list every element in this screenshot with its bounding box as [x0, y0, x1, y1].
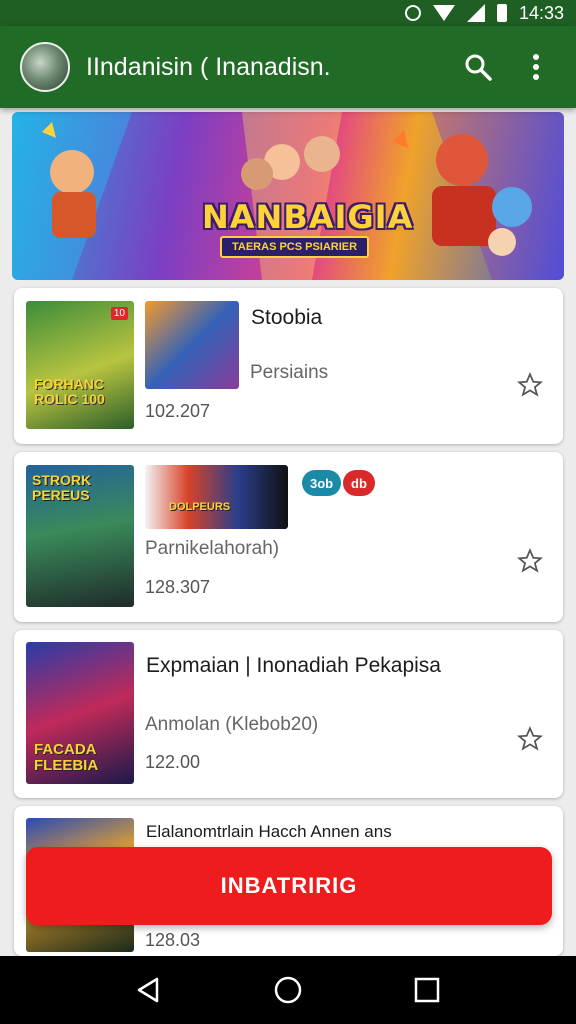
avatar[interactable]	[20, 42, 70, 92]
signal-icon	[466, 4, 485, 22]
card-count: 122.00	[145, 752, 201, 772]
card-title: Expmaian | Inonadiah Pekapisa	[146, 654, 441, 677]
more-vert-icon	[533, 54, 539, 80]
recents-button[interactable]	[407, 970, 447, 1010]
game-card[interactable]: FORHANC ROLIC 100 10 Stoobia Persiains 1…	[14, 288, 563, 444]
back-icon	[138, 977, 159, 1003]
system-nav-bar	[0, 956, 576, 1024]
install-button[interactable]: INBATRIRIG	[26, 847, 552, 925]
cover-badge: 10	[110, 307, 128, 320]
battery-icon	[496, 4, 507, 22]
card-subtitle: Anmolan (Klebob20)	[145, 714, 319, 735]
wifi-icon	[432, 5, 455, 21]
cover-text: FACADA FLEEBIA	[34, 741, 99, 774]
search-icon	[465, 54, 492, 81]
status-bar: 14:33	[0, 0, 576, 26]
tag-badge: db	[343, 470, 375, 496]
star-icon[interactable]	[517, 372, 543, 398]
card-count: 128.307	[145, 577, 211, 597]
overflow-menu-button[interactable]	[516, 47, 556, 87]
banner-logo: NANBAIGIA	[202, 198, 414, 236]
cover-text: STRORK PEREUS	[32, 472, 92, 503]
card-subtitle: Parnikelahorah)	[145, 538, 280, 559]
game-card[interactable]: STRORK PEREUS DOLPEURS 3ob db Parnikelah…	[14, 452, 563, 622]
alarm-icon	[404, 5, 421, 21]
search-button[interactable]	[458, 47, 498, 87]
star-icon[interactable]	[517, 726, 543, 752]
card-count: 128.03	[145, 930, 201, 950]
card-count: 102.207	[145, 401, 211, 421]
card-title: Elalanomtrlain Hacch Annen ans	[146, 822, 392, 841]
featured-banner[interactable]: NANBAIGIA TAERAS PCS PSIARIER	[12, 112, 564, 280]
game-card[interactable]: FACADA FLEEBIA Expmaian | Inonadiah Peka…	[14, 630, 563, 798]
game-cover: FORHANC ROLIC 100 10	[26, 301, 134, 429]
tag-badge: 3ob	[302, 470, 342, 496]
back-button[interactable]	[129, 970, 169, 1010]
banner-subtitle: TAERAS PCS PSIARIER	[220, 236, 370, 258]
recents-icon	[414, 977, 439, 1003]
card-title: Stoobia	[251, 306, 323, 329]
home-icon	[274, 976, 302, 1004]
app-title: IIndanisin ( Inanadisn.	[86, 52, 331, 81]
home-button[interactable]	[268, 970, 308, 1010]
game-screenshot	[145, 301, 239, 389]
game-cover: FACADA FLEEBIA	[26, 642, 134, 784]
screenshot-text: DOLPEURS	[169, 501, 231, 513]
star-icon[interactable]	[517, 548, 543, 574]
cover-text: FORHANC ROLIC 100	[34, 376, 105, 407]
game-screenshot: DOLPEURS	[145, 465, 288, 529]
card-subtitle: Persiains	[250, 362, 329, 383]
app-bar: IIndanisin ( Inanadisn.	[0, 26, 576, 108]
game-cover: STRORK PEREUS	[26, 465, 134, 607]
status-time: 14:33	[518, 2, 564, 23]
